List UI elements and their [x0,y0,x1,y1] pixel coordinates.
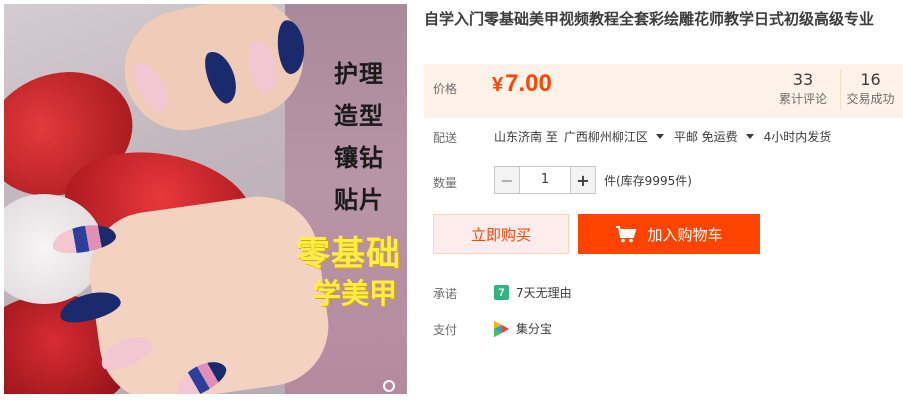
payment-text: 集分宝 [516,322,553,336]
sales-count-stat: 16 交易成功 [840,70,900,110]
payment-row[interactable]: 集分宝 [494,320,552,337]
cart-icon [616,226,637,243]
shipping-method-select[interactable]: 平邮 免运费 [674,128,738,145]
ship-from: 山东济南 至 [494,130,558,144]
review-count: 33 [792,70,814,89]
image-text: 贴片 [334,186,384,214]
quantity-decrease-button[interactable]: − [494,166,520,194]
buy-now-label: 立即购买 [470,225,531,244]
price-box: 价格 ¥7.00 33 累计评论 16 交易成功 [424,64,903,118]
price-value: ¥7.00 [492,70,552,98]
add-to-cart-button[interactable]: 加入购物车 [578,214,760,254]
buy-now-button[interactable]: 立即购买 [433,214,569,254]
quantity-input[interactable]: 1 [520,166,570,194]
add-to-cart-label: 加入购物车 [647,225,723,244]
currency-symbol: ¥ [492,74,504,96]
price-label: 价格 [433,82,458,96]
ship-to-select[interactable]: 广西柳州柳江区 [564,128,648,145]
promise-label: 承诺 [433,287,458,301]
payment-label: 支付 [433,323,458,337]
seven-day-return-icon: 7 [494,285,509,300]
promise-row[interactable]: 7 7天无理由 [494,284,572,301]
shipping-row: 山东济南 至 广西柳州柳江区 平邮 免运费 4小时内发货 [494,128,831,145]
chevron-down-icon[interactable] [655,133,664,139]
quantity-label: 数量 [433,176,458,190]
dispatch-time: 4小时内发货 [763,130,832,144]
product-title: 自学入门零基础美甲视频教程全套彩绘雕花师教学日式初级高级专业 [424,10,875,28]
review-count-stat[interactable]: 33 累计评论 [777,70,829,108]
product-image[interactable]: 护理 造型 镶钻 贴片 零基础 学美甲 [4,4,407,394]
quantity-stepper: − 1 + 件(库存9995件) [494,166,692,194]
quantity-increase-button[interactable]: + [570,166,596,194]
chevron-down-icon[interactable] [745,133,754,139]
image-text: 护理 [334,60,384,88]
price-amount: 7.00 [505,70,552,97]
image-text: 造型 [334,102,384,130]
promise-text: 7天无理由 [516,286,572,300]
image-text: 镶钻 [334,144,384,172]
stock-info: 件(库存9995件) [604,173,692,188]
review-count-label: 累计评论 [778,92,827,106]
sales-count-label: 交易成功 [846,92,895,106]
image-subline: 学美甲 [312,277,397,310]
image-headline: 零基础 [296,234,401,274]
jifenbao-icon [494,320,509,337]
shipping-label: 配送 [433,131,458,145]
sales-count: 16 [860,70,881,89]
image-dot-icon [383,380,395,392]
